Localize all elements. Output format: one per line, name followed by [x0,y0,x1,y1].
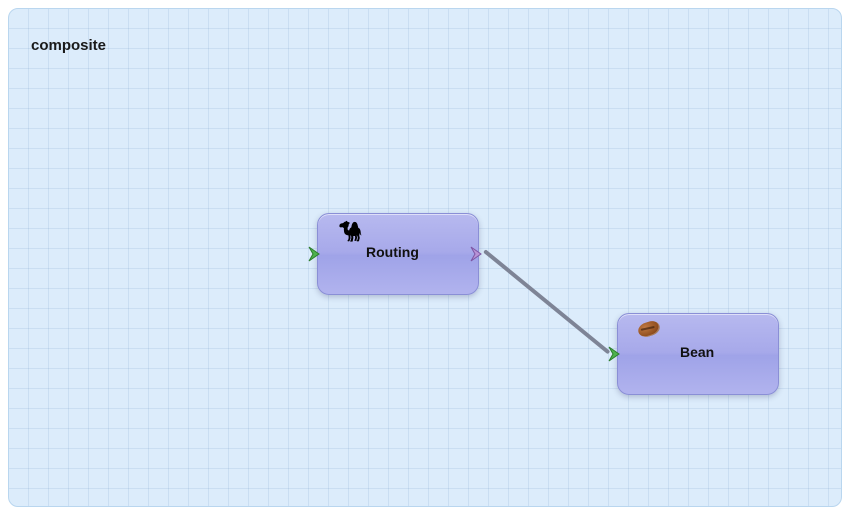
wire-routing-to-bean [486,252,608,352]
port-in-icon[interactable] [308,245,326,263]
node-bean[interactable]: Bean [617,313,779,395]
port-in-icon[interactable] [608,345,626,363]
diagram-canvas[interactable]: composite 🐪 Routing Bean [8,8,842,507]
node-label: Routing [366,244,419,260]
node-routing[interactable]: 🐪 Routing [317,213,479,295]
coffee-bean-icon [638,322,666,346]
node-label: Bean [680,344,714,360]
camel-icon: 🐪 [338,222,366,246]
canvas-title: composite [31,37,106,54]
port-out-icon[interactable] [470,245,488,263]
